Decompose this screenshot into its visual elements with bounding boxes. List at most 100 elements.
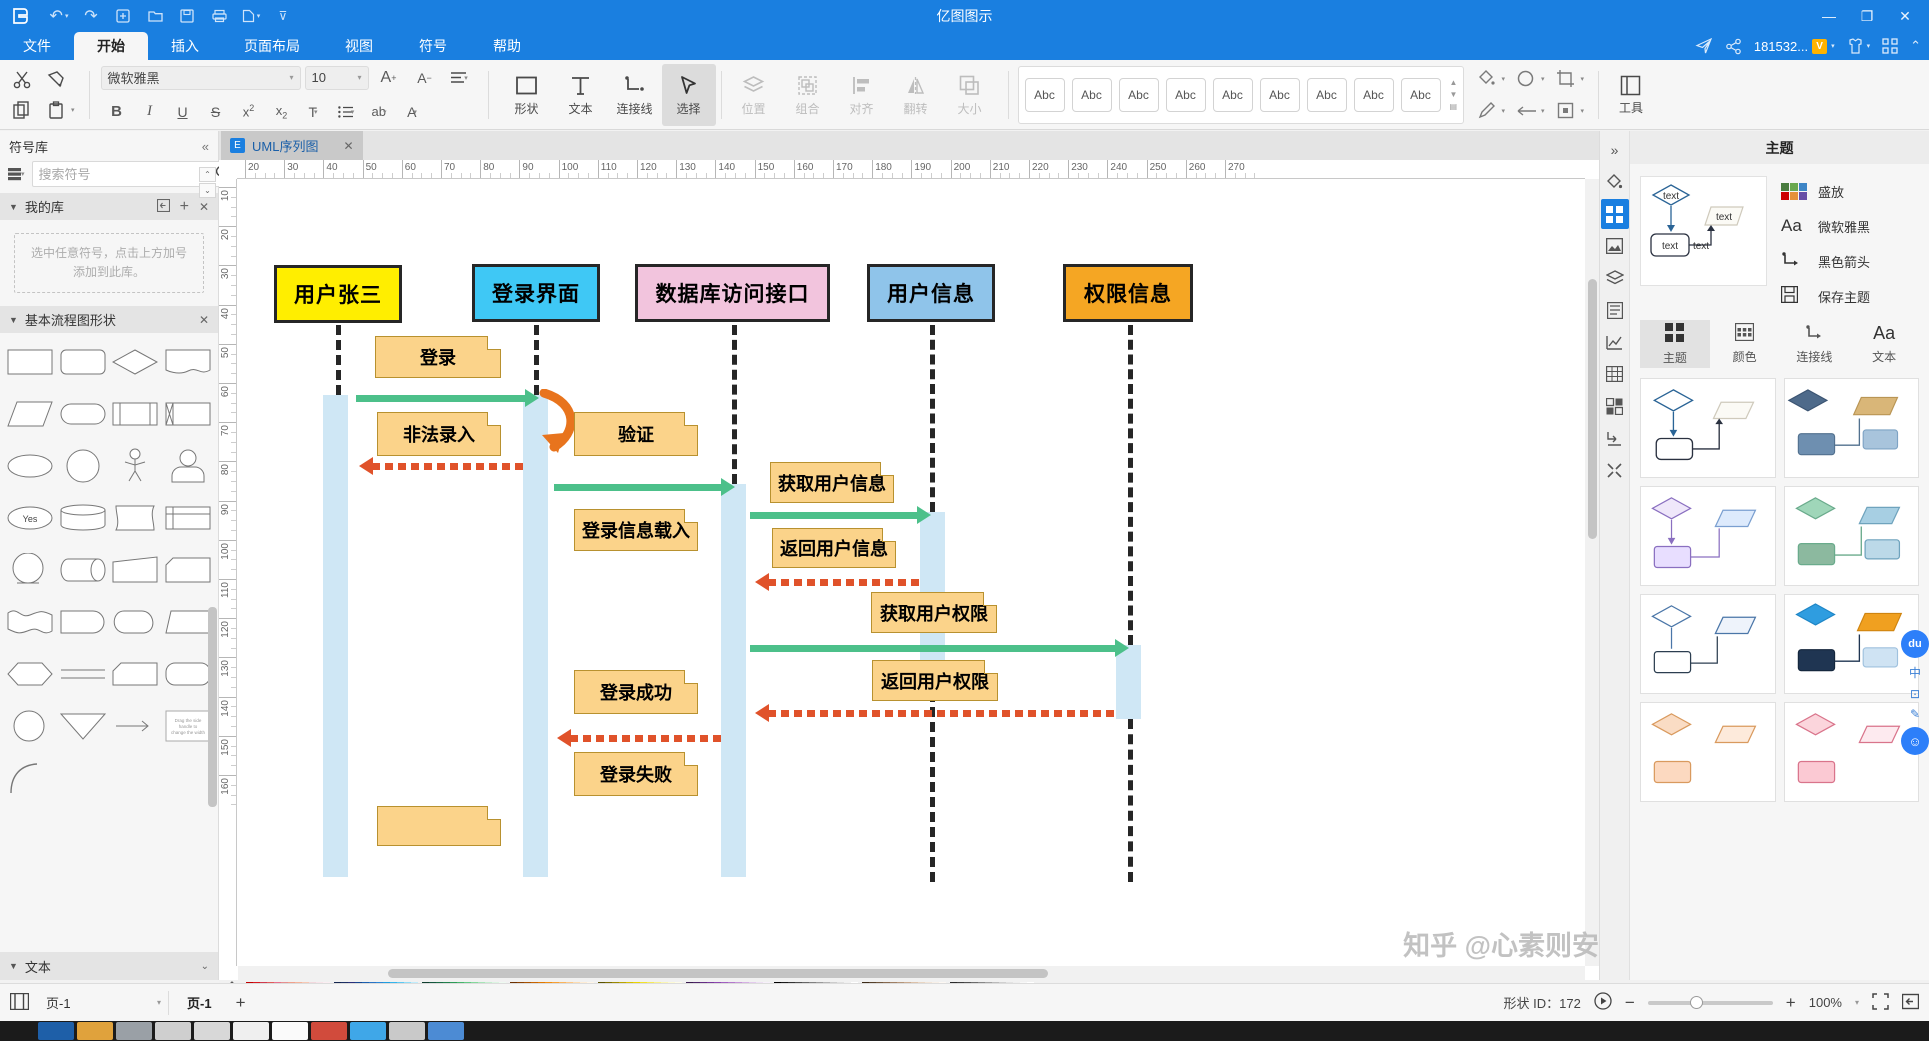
theme-card[interactable] [1783, 594, 1919, 694]
message-note[interactable]: 登录成功 [574, 670, 698, 714]
minimize-button[interactable]: — [1811, 2, 1847, 30]
container-icon[interactable] [1601, 391, 1629, 421]
message-note[interactable]: 登录失败 [574, 752, 698, 796]
taskbar-item[interactable] [389, 1022, 425, 1040]
lifeline-head[interactable]: 用户信息 [867, 264, 995, 322]
chevron-down-icon[interactable]: ▾ [157, 998, 161, 1007]
fill-icon[interactable] [1601, 167, 1629, 197]
theme-card[interactable] [1640, 594, 1776, 694]
message-note[interactable]: 获取用户信息 [770, 462, 894, 503]
library-icon[interactable]: ▾ [7, 161, 28, 187]
shape-parallelogram[interactable] [4, 393, 57, 435]
shape-note-hint[interactable]: Drag the side handle to change the width [162, 705, 215, 747]
menu-item-view[interactable]: 视图 [322, 32, 396, 60]
shape-actor[interactable] [109, 445, 162, 487]
account-menu[interactable]: 181532... V ▾ [1754, 38, 1835, 54]
menu-item-symbols[interactable]: 符号 [396, 32, 470, 60]
line-arrow-icon[interactable] [1510, 97, 1542, 125]
search-field[interactable] [38, 166, 215, 182]
message-note[interactable] [377, 806, 501, 846]
lifeline-head[interactable]: 权限信息 [1063, 264, 1193, 322]
taskbar-item[interactable] [311, 1022, 347, 1040]
tool-size[interactable]: 大小 [943, 64, 997, 126]
shape-triangle-down[interactable] [57, 705, 110, 747]
format-painter-icon[interactable] [40, 66, 72, 94]
shape-delay[interactable] [57, 601, 110, 643]
import-icon[interactable] [156, 198, 170, 215]
cut-icon[interactable] [6, 66, 38, 94]
taskbar-item[interactable] [38, 1022, 74, 1040]
style-card[interactable]: Abc [1118, 77, 1159, 112]
theme-card[interactable] [1783, 486, 1919, 586]
taskbar-item[interactable] [194, 1022, 230, 1040]
shape-predefined-process[interactable] [109, 393, 162, 435]
shape-arc[interactable] [4, 757, 57, 799]
paragraph-align-icon[interactable]: ▾ [445, 64, 477, 92]
zoom-level[interactable]: 100% [1809, 995, 1842, 1010]
font-family-select[interactable]: 微软雅黑 ▾ [100, 65, 301, 90]
shape-hexagon[interactable] [4, 653, 57, 695]
du-badge[interactable]: du [1901, 630, 1929, 658]
strikethrough-icon[interactable]: S [200, 98, 232, 126]
print-icon[interactable] [204, 3, 234, 29]
shadow-icon[interactable] [1549, 97, 1581, 125]
menu-item-file[interactable]: 文件 [0, 32, 74, 60]
fullscreen-icon[interactable] [1901, 993, 1920, 1013]
diagram-canvas[interactable]: 用户张三 登录界面 数据库访问接口 用户信息 权限信息 登录 非法录入 验证 获… [238, 179, 1585, 966]
shape-cut-corner[interactable] [162, 549, 215, 591]
undo-icon[interactable]: ↶ ▾ [44, 3, 74, 29]
shape-internal-storage[interactable] [162, 497, 215, 539]
tool-position[interactable]: 位置 [727, 64, 781, 126]
theme-card[interactable] [1640, 378, 1776, 478]
chevron-up-icon[interactable]: ⌃ [1910, 38, 1921, 54]
canvas-horizontal-scrollbar[interactable] [238, 966, 1585, 980]
tool-align[interactable]: 对齐 [835, 64, 889, 126]
list-icon[interactable]: ▾ [332, 98, 364, 126]
increase-font-icon[interactable]: A + [373, 64, 405, 92]
chevron-down-icon[interactable]: ▾ [290, 73, 294, 82]
tab-theme[interactable]: 主题 [1640, 320, 1710, 368]
taskbar-item[interactable] [77, 1022, 113, 1040]
copy-icon[interactable] [6, 96, 38, 124]
tool-select[interactable]: 选择 [661, 63, 716, 126]
image-icon[interactable] [1601, 231, 1629, 261]
paste-icon[interactable] [40, 96, 72, 124]
chart-icon[interactable] [1601, 327, 1629, 357]
expand-right-icon[interactable]: » [1601, 135, 1629, 165]
pen-icon[interactable] [1470, 97, 1502, 125]
scroll-up-button[interactable]: ⌃ [199, 167, 216, 182]
lifeline-head[interactable]: 登录界面 [472, 264, 600, 322]
shape-rounded-rect-2[interactable] [162, 653, 215, 695]
shape-arrow-line[interactable] [109, 705, 162, 747]
shape-stadium[interactable] [57, 393, 110, 435]
theme-option-save[interactable]: 保存主题 [1780, 285, 1870, 306]
new-icon[interactable] [108, 3, 138, 29]
taskbar-item[interactable] [428, 1022, 464, 1040]
page-select[interactable]: 页-1 ▾ [39, 990, 169, 1015]
publish-icon[interactable] [1695, 37, 1713, 55]
section-header-text[interactable]: ▼ 文本 ⌄ [0, 952, 218, 980]
menu-item-home[interactable]: 开始 [74, 32, 148, 60]
style-card[interactable]: Abc [1212, 77, 1253, 112]
scrollbar-thumb[interactable] [388, 969, 1048, 978]
close-button[interactable]: ✕ [1887, 2, 1923, 30]
theme-icon[interactable] [1600, 199, 1629, 229]
message-note[interactable]: 返回用户权限 [872, 660, 998, 701]
shape-user[interactable] [162, 445, 215, 487]
fit-screen-icon[interactable] [1872, 992, 1889, 1013]
share-badge[interactable]: ⊡ [1910, 687, 1920, 701]
taskbar-item[interactable] [116, 1022, 152, 1040]
page-tab[interactable]: 页-1 [179, 993, 220, 1012]
bold-icon[interactable]: B [101, 98, 133, 126]
font-size-select[interactable]: 10 ▾ [304, 65, 369, 90]
redo-icon[interactable]: ↷ [76, 3, 106, 29]
theme-preview[interactable]: text text text text [1640, 176, 1767, 286]
taskbar-item[interactable] [272, 1022, 308, 1040]
ime-badge[interactable]: 中 [1909, 664, 1921, 681]
styles-more-icon[interactable]: ▤ [1450, 102, 1458, 110]
theme-option-connector[interactable]: 黑色箭头 [1781, 251, 1870, 271]
tab-text[interactable]: Aa 文本 [1849, 320, 1919, 368]
scatter-icon[interactable] [1601, 455, 1629, 485]
message-note[interactable]: 验证 [574, 412, 698, 456]
lifeline-head[interactable]: 用户张三 [274, 265, 402, 323]
